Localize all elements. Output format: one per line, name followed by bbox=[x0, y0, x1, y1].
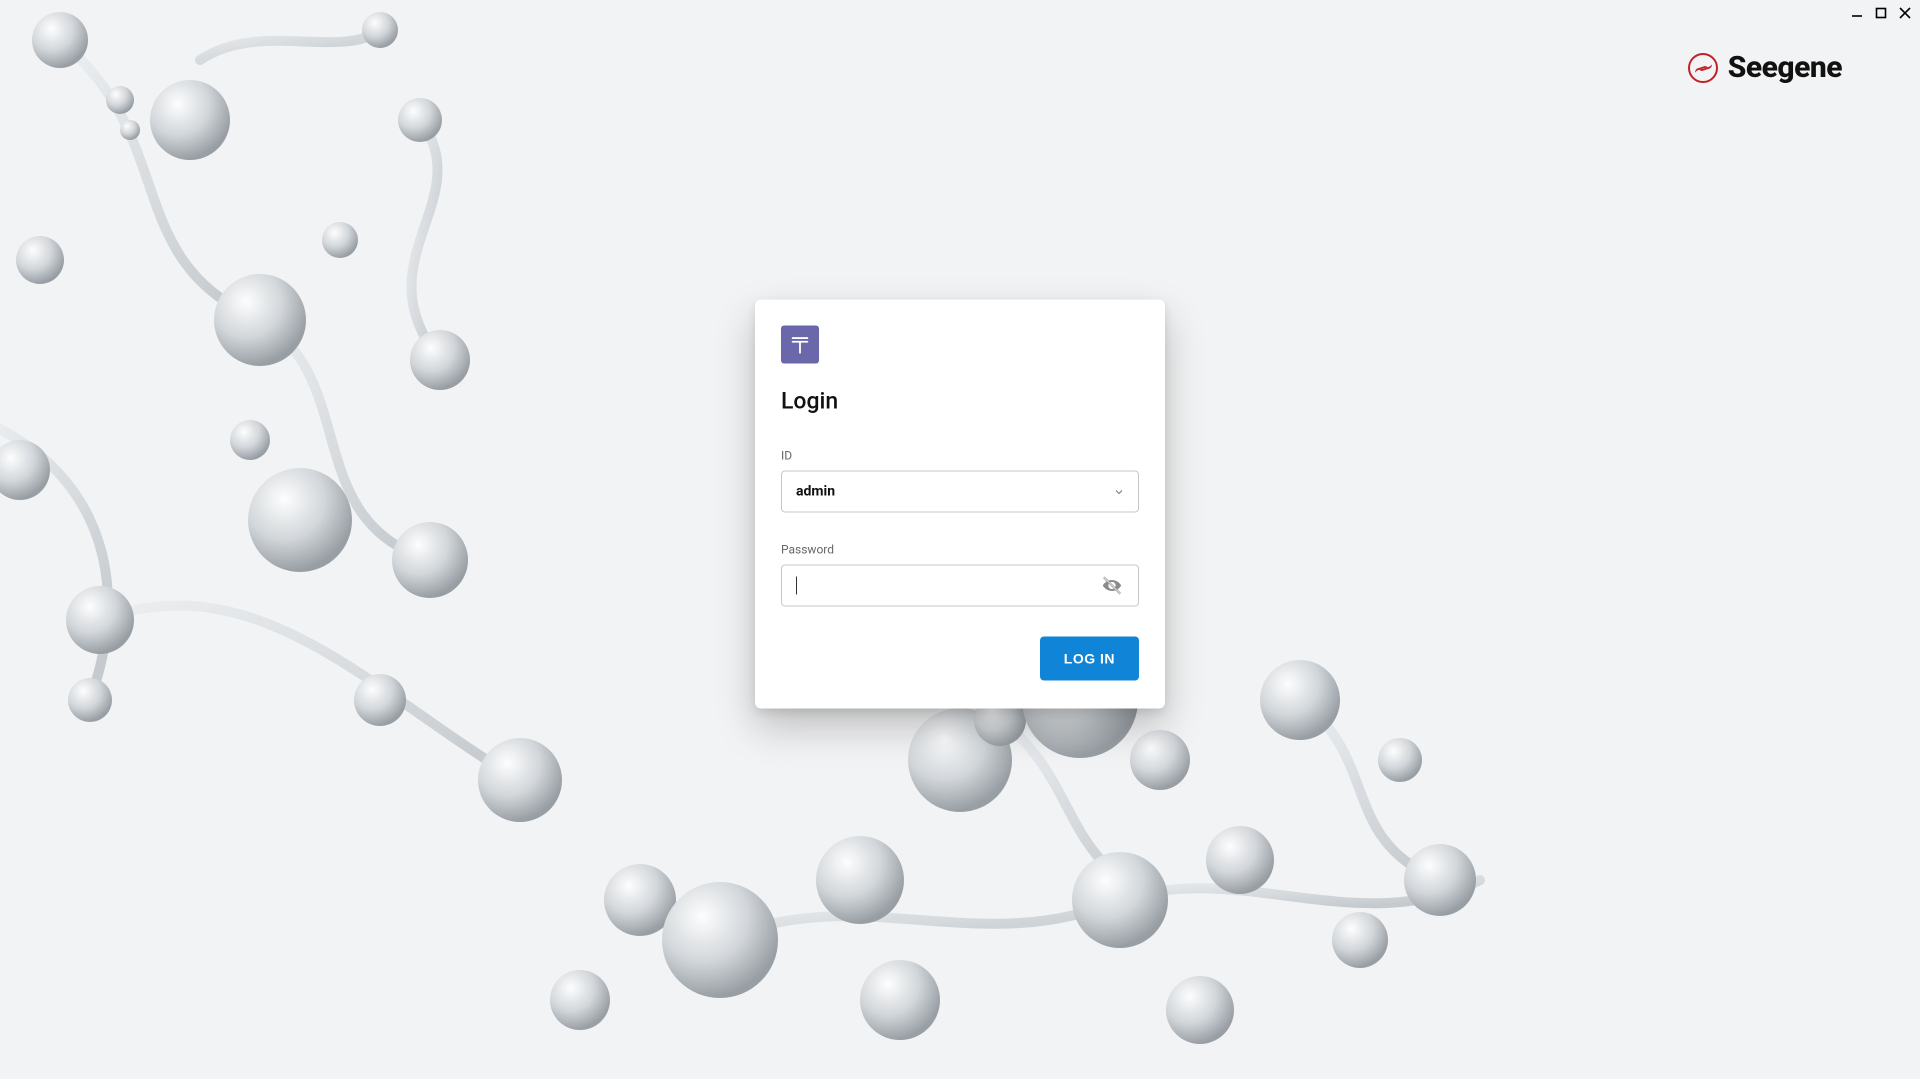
chevron-down-icon bbox=[1114, 482, 1124, 501]
app-badge-icon bbox=[781, 325, 819, 363]
toggle-password-visibility-button[interactable] bbox=[1100, 573, 1124, 597]
window-controls bbox=[1848, 4, 1914, 22]
window-maximize-button[interactable] bbox=[1872, 4, 1890, 22]
login-title: Login bbox=[781, 387, 1139, 414]
brand-logo: Seegene bbox=[1688, 50, 1842, 85]
id-select-value: admin bbox=[796, 483, 1114, 499]
window-close-button[interactable] bbox=[1896, 4, 1914, 22]
window-minimize-button[interactable] bbox=[1848, 4, 1866, 22]
password-input[interactable] bbox=[799, 565, 1100, 605]
id-select[interactable]: admin bbox=[781, 470, 1139, 512]
text-cursor bbox=[796, 576, 797, 594]
brand-name: Seegene bbox=[1728, 50, 1842, 85]
password-field: Password bbox=[781, 542, 1139, 606]
login-actions: LOG IN bbox=[781, 636, 1139, 680]
id-label: ID bbox=[781, 448, 1139, 462]
password-input-wrap bbox=[781, 564, 1139, 606]
login-card: Login ID admin Password LOG IN bbox=[755, 299, 1165, 708]
seegene-mark-icon bbox=[1688, 53, 1718, 83]
password-label: Password bbox=[781, 542, 1139, 556]
id-field: ID admin bbox=[781, 448, 1139, 512]
login-button[interactable]: LOG IN bbox=[1040, 636, 1139, 680]
